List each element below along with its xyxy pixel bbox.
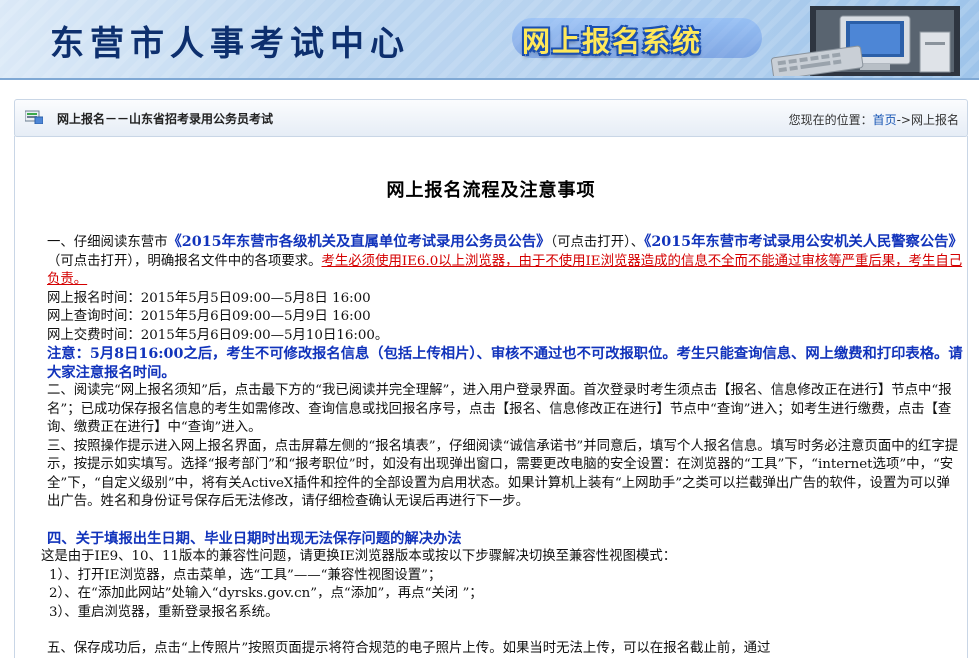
home-link[interactable]: 首页: [873, 113, 897, 127]
main-content: 网上报名流程及注意事项 一、仔细阅读东营市《2015年东营市各级机关及直属单位考…: [14, 136, 968, 658]
page-title: 网上报名流程及注意事项: [386, 180, 596, 201]
current-section-label: 网上报名－－山东省招考录用公务员考试: [57, 112, 274, 126]
computer-list-icon: [25, 110, 43, 124]
step-one-mid2: （可点击打开），明确报名文件中的各项要求。: [47, 253, 322, 269]
instructions-body: 一、仔细阅读东营市《2015年东营市各级机关及直属单位考试录用公务员公告》（可点…: [17, 233, 963, 659]
civil-servant-notice-link[interactable]: 《2015年东营市各级机关及直属单位考试录用公务员公告》: [168, 234, 551, 250]
payment-time: 网上交费时间：2015年5月6日09:00—5月10日16:00。: [47, 327, 389, 343]
step-one-lead: 一、仔细阅读东营市: [47, 235, 168, 250]
current-page-label: 网上报名: [910, 113, 959, 127]
computer-illustration-icon: [770, 6, 960, 76]
deadline-notice: 注意：5月8日16:00之后，考生不可修改报名信息（包括上传相片）、审核不通过也…: [47, 346, 963, 381]
query-time: 网上查询时间：2015年5月6日09:00—5月9日 16:00: [47, 309, 371, 324]
step-five-paragraph: 五、保存成功后，点击“上传照片”按照页面提示将符合规范的电子照片上传。如果当时无…: [47, 641, 771, 656]
location-path: 您现在的位置：首页->网上报名: [789, 111, 959, 128]
breadcrumb: 网上报名－－山东省招考录用公务员考试 您现在的位置：首页->网上报名: [14, 99, 968, 137]
location-prefix: 您现在的位置：: [788, 113, 873, 127]
police-notice-link[interactable]: 《2015年东营市考试录用公安机关人民警察公告》: [644, 234, 963, 250]
step-three-paragraph: 三、按照操作提示进入网上报名界面，点击屏幕左侧的“报名填表”，仔细阅读“诚信承诺…: [47, 438, 959, 510]
site-header-banner: 东营市人事考试中心 网上报名系统: [0, 0, 979, 80]
step-one-paragraph: 一、仔细阅读东营市《2015年东营市各级机关及直属单位考试录用公务员公告》（可点…: [17, 233, 963, 290]
breadcrumb-separator: ->: [896, 113, 911, 127]
section-four-title: 四、关于填报出生日期、毕业日期时出现无法保存问题的解决办法: [47, 530, 462, 547]
section-four-step2: 2）、在“添加此网站”处输入“dyrsks.gov.cn”，点“添加”，再点“关…: [49, 586, 483, 601]
step-two-paragraph: 二、阅读完“网上报名须知”后，点击最下方的“我已阅读并完全理解”，进入用户登录界…: [47, 383, 952, 435]
register-time: 网上报名时间：2015年5月5日09:00—5月8日 16:00: [47, 290, 371, 306]
system-title: 网上报名系统: [522, 25, 703, 58]
section-four-step3: 3）、重启浏览器，重新登录报名系统。: [49, 604, 279, 620]
step-one-mid1: （可点击打开）、: [550, 235, 645, 250]
section-four-intro: 这是由于IE9、10、11版本的兼容性问题，请更换IE浏览器版本或按以下步骤解决…: [41, 549, 677, 564]
section-four-step1: 1）、打开IE浏览器，点击菜单，选“工具”——“兼容性视图设置”；: [49, 567, 442, 583]
site-title: 东营市人事考试中心: [50, 24, 410, 64]
